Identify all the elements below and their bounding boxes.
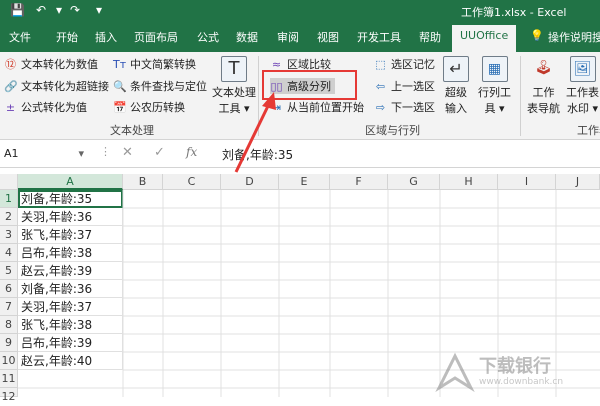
row-header[interactable]: 8 <box>0 316 18 334</box>
text-tools-button[interactable]: T 文本处理 工具 ▾ <box>212 56 256 116</box>
tab-formulas[interactable]: 公式 <box>197 29 219 45</box>
text-to-number-button[interactable]: ⑫ 文本转化为数值 <box>4 56 98 72</box>
tab-help[interactable]: 帮助 <box>419 29 441 45</box>
sheet-watermark-button[interactable]: 🖼 工作表 水印 ▾ <box>566 56 599 116</box>
group-label-text: 文本处理 <box>110 124 154 137</box>
text-to-hyperlink-button[interactable]: 🔗 文本转化为超链接 <box>4 78 109 94</box>
tab-file[interactable]: 文件 <box>9 29 31 45</box>
next-selection-button[interactable]: ⇨ 下一选区 <box>374 99 435 115</box>
watermark-icon <box>435 352 475 392</box>
selection-memory-button[interactable]: ⬚ 选区记忆 <box>374 56 435 72</box>
group-label-region: 区域与行列 <box>365 124 420 137</box>
column-header[interactable]: B <box>123 174 163 190</box>
calendar-convert-button[interactable]: 📅 公农历转换 <box>113 99 185 115</box>
watermark-logo: 下载银行 www.downbank.cn <box>435 352 595 392</box>
sheet-navigator-button[interactable]: 🕹 工作 表导航 <box>527 56 560 116</box>
watermark-icon: 🖼 <box>569 56 596 82</box>
function-icon[interactable]: fx <box>186 145 197 159</box>
drag-handle-icon[interactable]: ⋮ <box>100 145 111 158</box>
redo-icon[interactable]: ↷ <box>70 3 80 17</box>
lightbulb-icon: 💡 <box>530 29 544 42</box>
row-header[interactable]: 6 <box>0 280 18 298</box>
previous-selection-button[interactable]: ⇦ 上一选区 <box>374 78 435 94</box>
row-header[interactable]: 3 <box>0 226 18 244</box>
save-icon[interactable]: 💾 <box>10 3 25 17</box>
row-header[interactable]: 7 <box>0 298 18 316</box>
row-header[interactable]: 2 <box>0 208 18 226</box>
formula-to-value-button[interactable]: ± 公式转化为值 <box>4 99 87 115</box>
position-icon: ⇥ <box>271 100 282 114</box>
confirm-icon[interactable]: ✓ <box>154 145 165 160</box>
compare-icon: ≈ <box>271 57 282 71</box>
grid-icon: ▦ <box>481 56 508 82</box>
column-header[interactable]: C <box>163 174 221 190</box>
row-column-tools-button[interactable]: ▦ 行列工 具 ▾ <box>478 56 511 116</box>
chevron-down-icon[interactable]: ▾ <box>78 147 84 160</box>
row-header[interactable]: 1 <box>0 190 18 208</box>
name-box[interactable]: A1 ▾ <box>0 144 90 164</box>
row-header[interactable]: 12 <box>0 388 18 403</box>
plus-minus-icon: ± <box>5 100 16 114</box>
tab-uuoffice[interactable]: UUOffice <box>452 25 517 52</box>
highlight-box <box>262 70 357 100</box>
ribbon-tabs: 文件 开始 插入 页面布局 公式 数据 审阅 视图 开发工具 帮助 UUOffi… <box>0 22 600 52</box>
search-icon: 🔍 <box>113 79 127 93</box>
arrow-right-icon: ⇨ <box>375 100 386 114</box>
column-header[interactable]: A <box>18 174 123 190</box>
chinese-convert-button[interactable]: Tт 中文简繁转换 <box>113 56 196 72</box>
row-header[interactable]: 11 <box>0 370 18 388</box>
tab-insert[interactable]: 插入 <box>95 29 117 45</box>
column-header[interactable]: G <box>388 174 440 190</box>
column-header[interactable]: I <box>498 174 556 190</box>
column-header[interactable]: H <box>440 174 498 190</box>
column-header[interactable]: J <box>556 174 600 190</box>
row-header[interactable]: 5 <box>0 262 18 280</box>
tab-view[interactable]: 视图 <box>317 29 339 45</box>
row-header[interactable]: 10 <box>0 352 18 370</box>
number-icon: ⑫ <box>5 57 16 71</box>
selection-icon: ⬚ <box>375 57 386 71</box>
select-all-corner[interactable] <box>0 174 18 190</box>
group-label-worksheet: 工作表 <box>577 124 600 137</box>
text-tools-icon: T <box>221 56 247 82</box>
joystick-icon: 🕹 <box>534 60 553 76</box>
row-header[interactable]: 4 <box>0 244 18 262</box>
tab-developer[interactable]: 开发工具 <box>357 29 401 45</box>
dropdown-icon[interactable]: ▾ <box>56 3 62 17</box>
column-header[interactable]: D <box>221 174 279 190</box>
formula-bar: A1 ▾ ⋮ ✕ ✓ fx 刘备,年龄:35 <box>0 140 600 168</box>
text-convert-icon: Tт <box>113 57 127 71</box>
cancel-icon[interactable]: ✕ <box>122 145 133 160</box>
column-header[interactable]: E <box>279 174 330 190</box>
arrow-left-icon: ⇦ <box>375 79 386 93</box>
row-header[interactable]: 9 <box>0 334 18 352</box>
tab-review[interactable]: 审阅 <box>277 29 299 45</box>
tab-page-layout[interactable]: 页面布局 <box>134 29 178 45</box>
super-input-button[interactable]: ↵ 超级 输入 <box>443 56 469 116</box>
customize-quick-access-icon[interactable]: ▾ <box>96 3 102 17</box>
divider <box>258 56 259 136</box>
enter-key-icon: ↵ <box>443 56 469 82</box>
title-bar: 💾 ↶ ▾ ↷ ▾ 工作簿1.xlsx - Excel <box>0 0 600 22</box>
calendar-icon: 📅 <box>113 100 127 114</box>
undo-icon[interactable]: ↶ <box>36 3 46 17</box>
link-icon: 🔗 <box>4 79 18 93</box>
column-header[interactable]: F <box>330 174 388 190</box>
tab-tell-me[interactable]: 操作说明搜 <box>548 29 600 45</box>
tab-home[interactable]: 开始 <box>56 29 78 45</box>
formula-input[interactable]: 刘备,年龄:35 <box>222 146 293 163</box>
tab-data[interactable]: 数据 <box>236 29 258 45</box>
conditional-find-button[interactable]: 🔍 条件查找与定位 <box>113 78 207 94</box>
window-title: 工作簿1.xlsx - Excel <box>461 6 567 19</box>
divider <box>520 56 521 136</box>
start-from-current-button[interactable]: ⇥ 从当前位置开始 <box>270 99 364 115</box>
